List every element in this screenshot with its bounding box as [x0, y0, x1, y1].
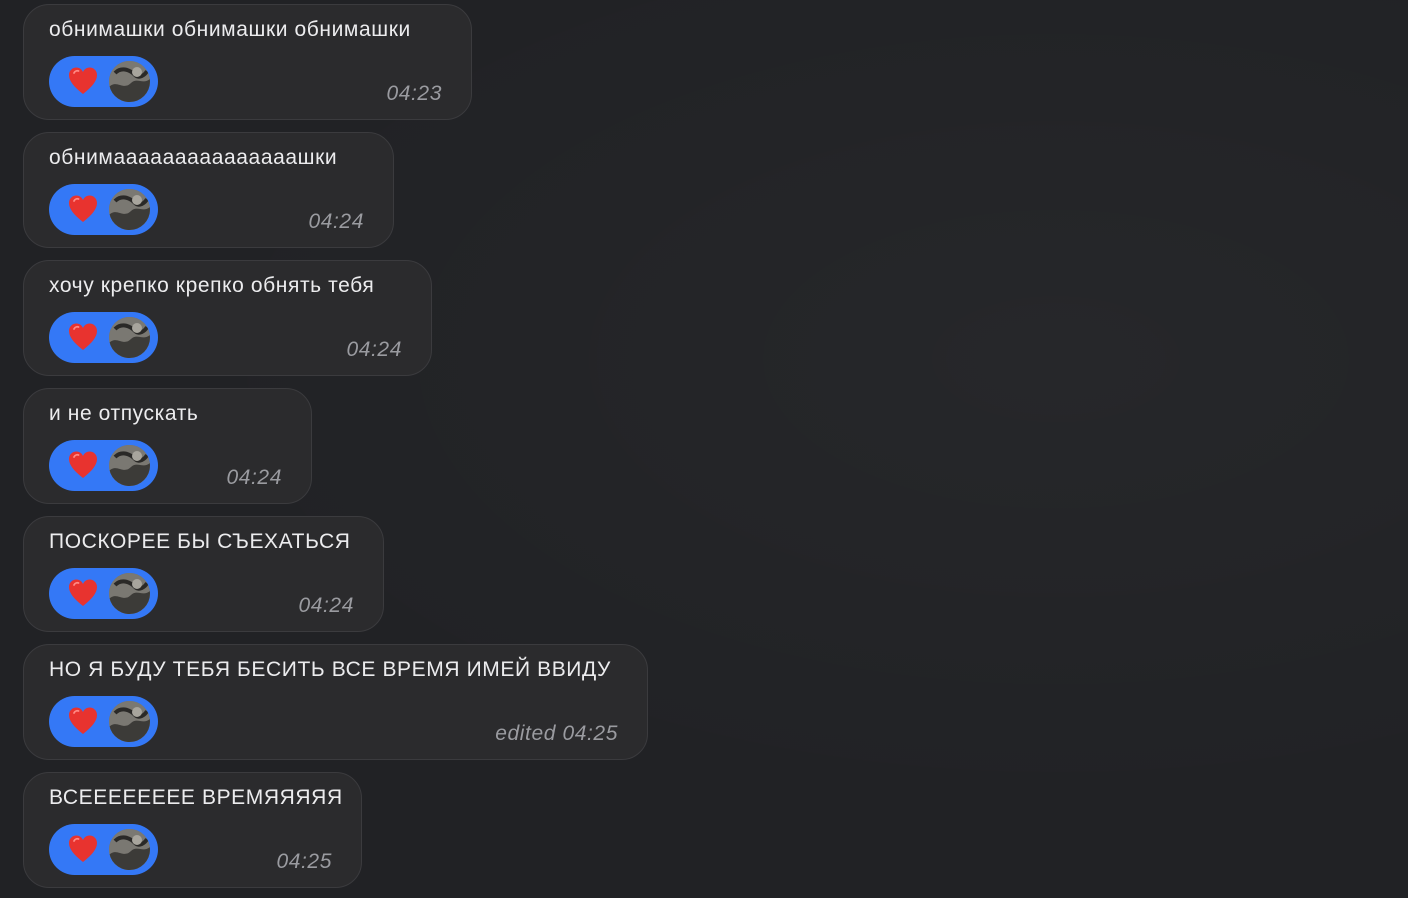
- reaction-pill[interactable]: [49, 440, 158, 491]
- message-timestamp: 04:24: [346, 338, 402, 361]
- reaction-pill[interactable]: [49, 568, 158, 619]
- message-timestamp: 04:24: [226, 466, 282, 489]
- message-timestamp: 04:24: [298, 594, 354, 617]
- reaction-pill[interactable]: [49, 824, 158, 875]
- message-bubble[interactable]: ВСЕЕЕЕЕЕЕЕ ВРЕМЯЯЯЯЯ 04:25: [23, 772, 362, 888]
- reaction-pill[interactable]: [49, 56, 158, 107]
- avatar: [109, 829, 150, 870]
- message-text: и не отпускать: [49, 402, 199, 425]
- reaction-pill[interactable]: [49, 312, 158, 363]
- message-bubble[interactable]: хочу крепко крепко обнять тебя 04:24: [23, 260, 432, 376]
- message-timestamp: 04:23: [386, 82, 442, 105]
- heart-icon: [69, 579, 97, 606]
- heart-icon: [69, 451, 97, 478]
- message-text: ПОСКОРЕЕ БЫ СЪЕХАТЬСЯ: [49, 530, 351, 553]
- message-text: хочу крепко крепко обнять тебя: [49, 274, 375, 297]
- message-timestamp: 04:24: [308, 210, 364, 233]
- reaction-pill[interactable]: [49, 696, 158, 747]
- reaction-pill[interactable]: [49, 184, 158, 235]
- heart-icon: [69, 195, 97, 222]
- message-bubble[interactable]: обнимааааааааааааааашки 04:24: [23, 132, 394, 248]
- message-bubble[interactable]: и не отпускать 04:24: [23, 388, 312, 504]
- avatar: [109, 445, 150, 486]
- avatar: [109, 573, 150, 614]
- heart-icon: [69, 323, 97, 350]
- heart-icon: [69, 835, 97, 862]
- chat-history: обнимашки обнимашки обнимашки 04:23 обни…: [0, 0, 1408, 898]
- message-text: обнимааааааааааааааашки: [49, 146, 338, 169]
- avatar: [109, 317, 150, 358]
- message-text: НО Я БУДУ ТЕБЯ БЕСИТЬ ВСЕ ВРЕМЯ ИМЕЙ ВВИ…: [49, 658, 611, 681]
- message-text: ВСЕЕЕЕЕЕЕЕ ВРЕМЯЯЯЯЯ: [49, 786, 343, 809]
- message-bubble[interactable]: НО Я БУДУ ТЕБЯ БЕСИТЬ ВСЕ ВРЕМЯ ИМЕЙ ВВИ…: [23, 644, 648, 760]
- avatar: [109, 61, 150, 102]
- avatar: [109, 189, 150, 230]
- avatar: [109, 701, 150, 742]
- message-bubble[interactable]: ПОСКОРЕЕ БЫ СЪЕХАТЬСЯ 04:24: [23, 516, 384, 632]
- message-text: обнимашки обнимашки обнимашки: [49, 18, 411, 41]
- heart-icon: [69, 707, 97, 734]
- message-timestamp: edited 04:25: [495, 722, 618, 745]
- message-bubble[interactable]: обнимашки обнимашки обнимашки 04:23: [23, 4, 472, 120]
- message-timestamp: 04:25: [276, 850, 332, 873]
- heart-icon: [69, 67, 97, 94]
